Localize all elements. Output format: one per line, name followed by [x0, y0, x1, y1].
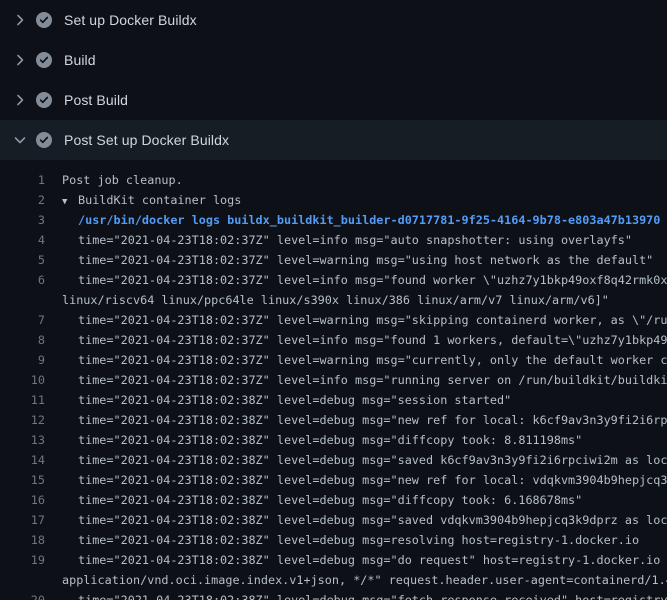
- log-text: time="2021-04-23T18:02:38Z" level=debug …: [45, 530, 639, 550]
- step-build[interactable]: Build: [0, 40, 667, 80]
- line-number: [0, 570, 45, 590]
- log-line: 18time="2021-04-23T18:02:38Z" level=debu…: [0, 530, 667, 550]
- check-circle-icon: [36, 132, 52, 148]
- log-line: linux/riscv64 linux/ppc64le linux/s390x …: [0, 290, 667, 310]
- log-line: 17time="2021-04-23T18:02:38Z" level=debu…: [0, 510, 667, 530]
- log-line: 7time="2021-04-23T18:02:37Z" level=warni…: [0, 310, 667, 330]
- log-line: 19time="2021-04-23T18:02:38Z" level=debu…: [0, 550, 667, 570]
- line-number[interactable]: 18: [0, 530, 45, 550]
- log-text: time="2021-04-23T18:02:38Z" level=debug …: [45, 410, 667, 430]
- line-number[interactable]: 20: [0, 590, 45, 600]
- line-number[interactable]: 7: [0, 310, 45, 330]
- line-number[interactable]: 3: [0, 210, 45, 230]
- step-set-up-docker-buildx[interactable]: Set up Docker Buildx: [0, 0, 667, 40]
- log-text: time="2021-04-23T18:02:37Z" level=info m…: [45, 230, 632, 250]
- log-text: linux/riscv64 linux/ppc64le linux/s390x …: [45, 290, 609, 310]
- line-number[interactable]: 12: [0, 410, 45, 430]
- log-line: 3/usr/bin/docker logs buildx_buildkit_bu…: [0, 210, 667, 230]
- check-circle-icon: [36, 52, 52, 68]
- log-text: time="2021-04-23T18:02:37Z" level=warnin…: [45, 310, 667, 330]
- step-post-build[interactable]: Post Build: [0, 80, 667, 120]
- log-line: 6time="2021-04-23T18:02:37Z" level=info …: [0, 270, 667, 290]
- step-list: Set up Docker Buildx Build Post Build: [0, 0, 667, 160]
- log-text: time="2021-04-23T18:02:38Z" level=debug …: [45, 470, 667, 490]
- step-post-set-up-docker-buildx[interactable]: Post Set up Docker Buildx: [0, 120, 667, 160]
- line-number[interactable]: 9: [0, 350, 45, 370]
- log-line: 10time="2021-04-23T18:02:37Z" level=info…: [0, 370, 667, 390]
- line-number[interactable]: 2: [0, 190, 45, 210]
- log-line: 8time="2021-04-23T18:02:37Z" level=info …: [0, 330, 667, 350]
- step-label: Post Set up Docker Buildx: [64, 132, 229, 148]
- log-text: time="2021-04-23T18:02:37Z" level=info m…: [45, 370, 667, 390]
- step-label: Build: [64, 52, 96, 68]
- line-number[interactable]: 8: [0, 330, 45, 350]
- log-text: time="2021-04-23T18:02:37Z" level=warnin…: [45, 250, 653, 270]
- step-label: Post Build: [64, 92, 128, 108]
- log-lines: 1Post job cleanup.2▼BuildKit container l…: [0, 160, 667, 600]
- log-group-caret-icon[interactable]: ▼: [62, 192, 78, 210]
- log-text: time="2021-04-23T18:02:38Z" level=debug …: [45, 590, 667, 600]
- log-text: time="2021-04-23T18:02:38Z" level=debug …: [45, 550, 667, 570]
- log-line: 16time="2021-04-23T18:02:38Z" level=debu…: [0, 490, 667, 510]
- line-number[interactable]: 4: [0, 230, 45, 250]
- chevron-right-icon[interactable]: [12, 92, 28, 108]
- log-text: application/vnd.oci.image.index.v1+json,…: [45, 570, 667, 590]
- line-number[interactable]: 5: [0, 250, 45, 270]
- log-text: Post job cleanup.: [45, 170, 183, 190]
- log-text: time="2021-04-23T18:02:38Z" level=debug …: [45, 450, 667, 470]
- log-text: time="2021-04-23T18:02:38Z" level=debug …: [45, 490, 582, 510]
- log-line: 5time="2021-04-23T18:02:37Z" level=warni…: [0, 250, 667, 270]
- line-number[interactable]: 17: [0, 510, 45, 530]
- log-text: time="2021-04-23T18:02:38Z" level=debug …: [45, 430, 582, 450]
- log-line: 4time="2021-04-23T18:02:37Z" level=info …: [0, 230, 667, 250]
- workflow-log-viewer: Set up Docker Buildx Build Post Build: [0, 0, 667, 600]
- log-line: 2▼BuildKit container logs: [0, 190, 667, 210]
- log-text: time="2021-04-23T18:02:38Z" level=debug …: [45, 390, 511, 410]
- line-number: [0, 290, 45, 310]
- check-circle-icon: [36, 92, 52, 108]
- log-text: time="2021-04-23T18:02:37Z" level=info m…: [45, 330, 667, 350]
- log-line: 13time="2021-04-23T18:02:38Z" level=debu…: [0, 430, 667, 450]
- line-number[interactable]: 15: [0, 470, 45, 490]
- log-line: 12time="2021-04-23T18:02:38Z" level=debu…: [0, 410, 667, 430]
- log-text: ▼BuildKit container logs: [45, 190, 241, 210]
- line-number[interactable]: 14: [0, 450, 45, 470]
- line-number[interactable]: 10: [0, 370, 45, 390]
- step-label: Set up Docker Buildx: [64, 12, 197, 28]
- line-number[interactable]: 1: [0, 170, 45, 190]
- log-line: 11time="2021-04-23T18:02:38Z" level=debu…: [0, 390, 667, 410]
- line-number[interactable]: 19: [0, 550, 45, 570]
- line-number[interactable]: 16: [0, 490, 45, 510]
- line-number[interactable]: 13: [0, 430, 45, 450]
- line-number[interactable]: 11: [0, 390, 45, 410]
- log-line: 14time="2021-04-23T18:02:38Z" level=debu…: [0, 450, 667, 470]
- log-line: 15time="2021-04-23T18:02:38Z" level=debu…: [0, 470, 667, 490]
- log-text: time="2021-04-23T18:02:37Z" level=info m…: [45, 270, 667, 290]
- log-line: application/vnd.oci.image.index.v1+json,…: [0, 570, 667, 590]
- log-line: 1Post job cleanup.: [0, 170, 667, 190]
- log-text: time="2021-04-23T18:02:38Z" level=debug …: [45, 510, 667, 530]
- log-command-text: /usr/bin/docker logs buildx_buildkit_bui…: [45, 210, 660, 230]
- log-text: time="2021-04-23T18:02:37Z" level=warnin…: [45, 350, 667, 370]
- chevron-right-icon[interactable]: [12, 12, 28, 28]
- chevron-down-icon[interactable]: [12, 132, 28, 148]
- log-line: 9time="2021-04-23T18:02:37Z" level=warni…: [0, 350, 667, 370]
- log-line: 20time="2021-04-23T18:02:38Z" level=debu…: [0, 590, 667, 600]
- chevron-right-icon[interactable]: [12, 52, 28, 68]
- check-circle-icon: [36, 12, 52, 28]
- line-number[interactable]: 6: [0, 270, 45, 290]
